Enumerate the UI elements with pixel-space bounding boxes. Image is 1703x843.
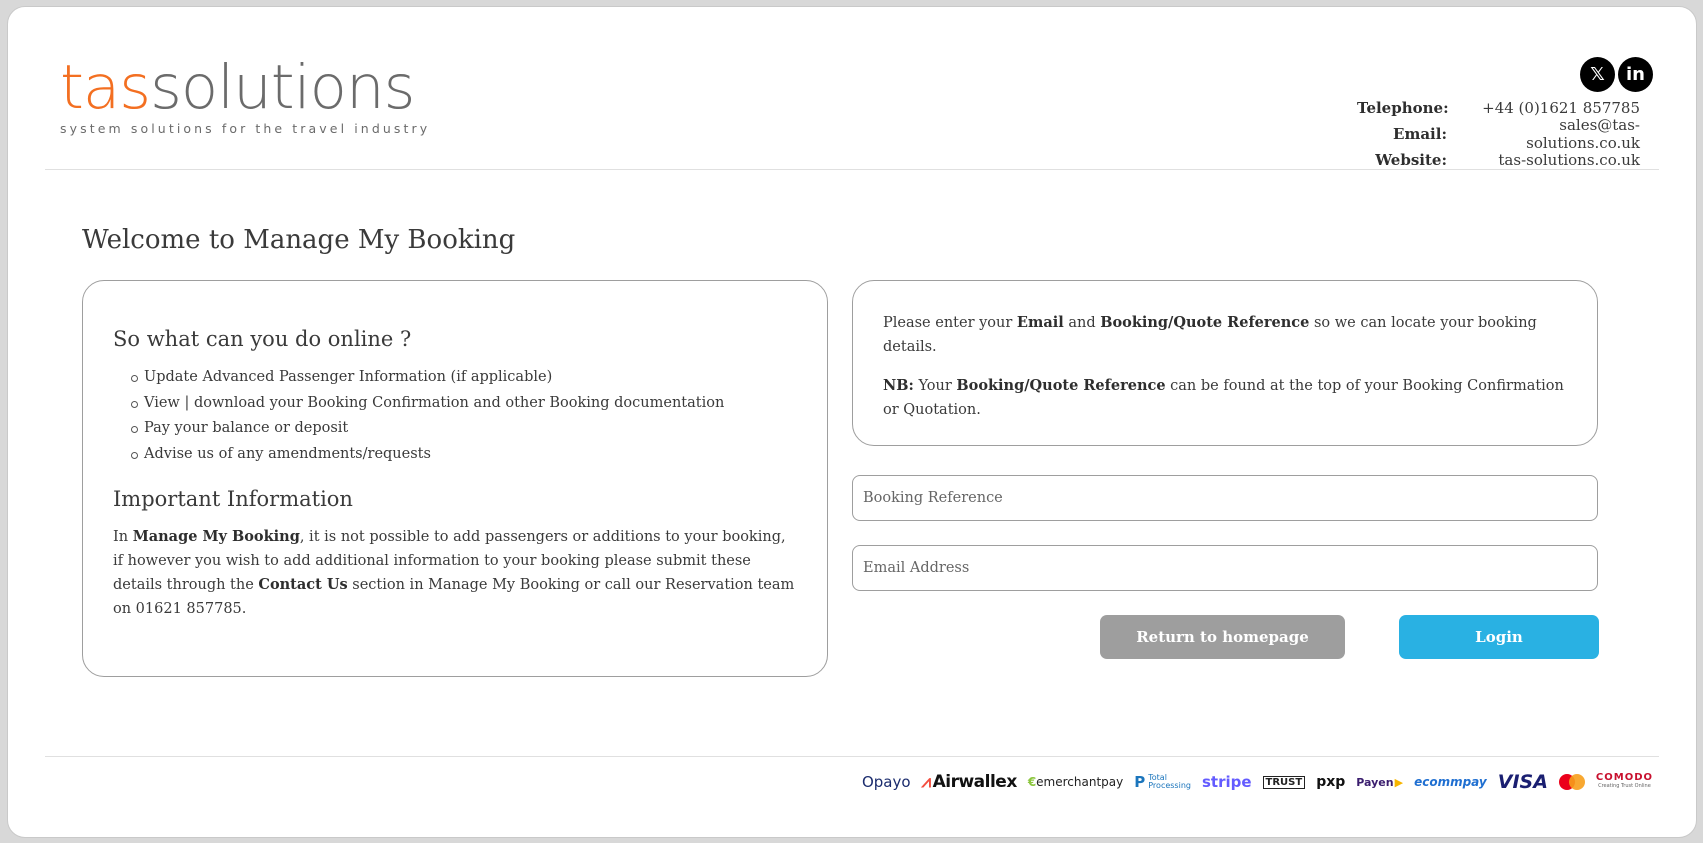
payen-logo: Payen ▶ — [1356, 776, 1403, 789]
info-bold-contact: Contact Us — [258, 576, 348, 593]
nb-bold-ref: Booking/Quote Reference — [956, 377, 1166, 394]
list-item: View | download your Booking Confirmatio… — [131, 391, 797, 417]
list-item: Update Advanced Passenger Information (i… — [131, 365, 797, 391]
nb-text-part: Your — [913, 378, 957, 394]
total-line2: Processing — [1148, 781, 1191, 790]
comodo-logo: COMODO Creating Trust Online — [1596, 773, 1653, 791]
airwallex-logo: ⩘ Airwallex — [921, 772, 1018, 792]
contact-details: Telephone: +44 (0)1621 857785 Email: sal… — [1357, 95, 1640, 173]
emerchantpay-text: emerchantpay — [1036, 775, 1124, 789]
important-info-text: In Manage My Booking, it is not possible… — [113, 525, 797, 621]
logo-solutions: solutions — [150, 52, 415, 123]
booking-reference-input[interactable] — [852, 475, 1598, 521]
features-list: Update Advanced Passenger Information (i… — [131, 365, 797, 467]
mastercard-icon — [1558, 774, 1585, 790]
airwallex-text: Airwallex — [932, 772, 1018, 792]
return-to-homepage-button[interactable]: Return to homepage — [1100, 615, 1345, 659]
telephone-label: Telephone: — [1357, 99, 1449, 117]
stripe-logo: stripe — [1201, 773, 1252, 791]
nb-text: NB: Your Booking/Quote Reference can be … — [883, 374, 1567, 422]
airwallex-mark-icon: ⩘ — [921, 772, 932, 792]
website-value[interactable]: tas-solutions.co.uk — [1447, 151, 1640, 169]
email-value[interactable]: sales@tas-solutions.co.uk — [1447, 116, 1640, 152]
opayo-logo: Opayo — [861, 773, 911, 791]
social-links: 𝕏 in — [1580, 57, 1653, 92]
instr-bold-ref: Booking/Quote Reference — [1100, 314, 1310, 331]
info-text: In — [113, 529, 133, 545]
page-title: Welcome to Manage My Booking — [82, 225, 516, 255]
logo-tagline: system solutions for the travel industry — [60, 121, 431, 136]
instr-text: Please enter your — [883, 315, 1017, 331]
instr-text: and — [1063, 315, 1101, 331]
trust-payments-logo: TRUST — [1262, 775, 1306, 789]
login-button[interactable]: Login — [1399, 615, 1599, 659]
nb-label: NB: — [883, 377, 914, 394]
payment-providers: Opayo ⩘ Airwallex € emerchantpay P Total Pro… — [862, 771, 1653, 793]
footer-divider — [45, 756, 1659, 757]
email-label: Email: — [1393, 125, 1447, 143]
list-item: Advise us of any amendments/requests — [131, 442, 797, 468]
comodo-text: COMODO — [1595, 772, 1653, 783]
email-address-input[interactable] — [852, 545, 1598, 591]
important-info-heading: Important Information — [113, 487, 353, 511]
logo-wordmark: tassolutions — [60, 57, 430, 118]
total-processing-text: Total Processing — [1148, 774, 1191, 790]
features-heading: So what can you do online ? — [113, 327, 412, 351]
total-processing-logo: P Total Processing — [1134, 774, 1191, 790]
x-twitter-icon[interactable]: 𝕏 — [1580, 57, 1615, 92]
website-label: Website: — [1375, 151, 1447, 169]
list-item: Pay your balance or deposit — [131, 416, 797, 442]
contact-email-row: Email: sales@tas-solutions.co.uk — [1357, 116, 1640, 152]
ecommpay-logo: ecommpay — [1414, 775, 1487, 789]
visa-logo: VISA — [1497, 771, 1548, 793]
header-divider — [45, 169, 1659, 170]
page-frame: tassolutions system solutions for the tr… — [7, 6, 1697, 838]
payen-text: Payen — [1356, 775, 1394, 789]
instr-bold-email: Email — [1016, 314, 1064, 331]
tas-solutions-logo[interactable]: tassolutions system solutions for the tr… — [60, 57, 430, 136]
emerchantpay-mark-icon: € — [1027, 775, 1037, 789]
instructions-card: Please enter your Email and Booking/Quot… — [852, 280, 1598, 446]
online-features-card: So what can you do online ? Update Advan… — [82, 280, 828, 677]
info-bold-manage: Manage My Booking — [132, 528, 300, 545]
comodo-subtext: Creating Trust Online — [1598, 783, 1651, 789]
total-processing-mark-icon: P — [1134, 773, 1146, 791]
telephone-value[interactable]: +44 (0)1621 857785 — [1447, 99, 1640, 117]
emerchantpay-logo: € emerchantpay — [1028, 775, 1123, 789]
pxp-logo: pxp — [1316, 774, 1346, 790]
logo-tas: tas — [60, 52, 151, 123]
instructions-text: Please enter your Email and Booking/Quot… — [883, 311, 1567, 359]
payen-mark-icon: ▶ — [1394, 775, 1404, 789]
linkedin-icon[interactable]: in — [1618, 57, 1653, 92]
